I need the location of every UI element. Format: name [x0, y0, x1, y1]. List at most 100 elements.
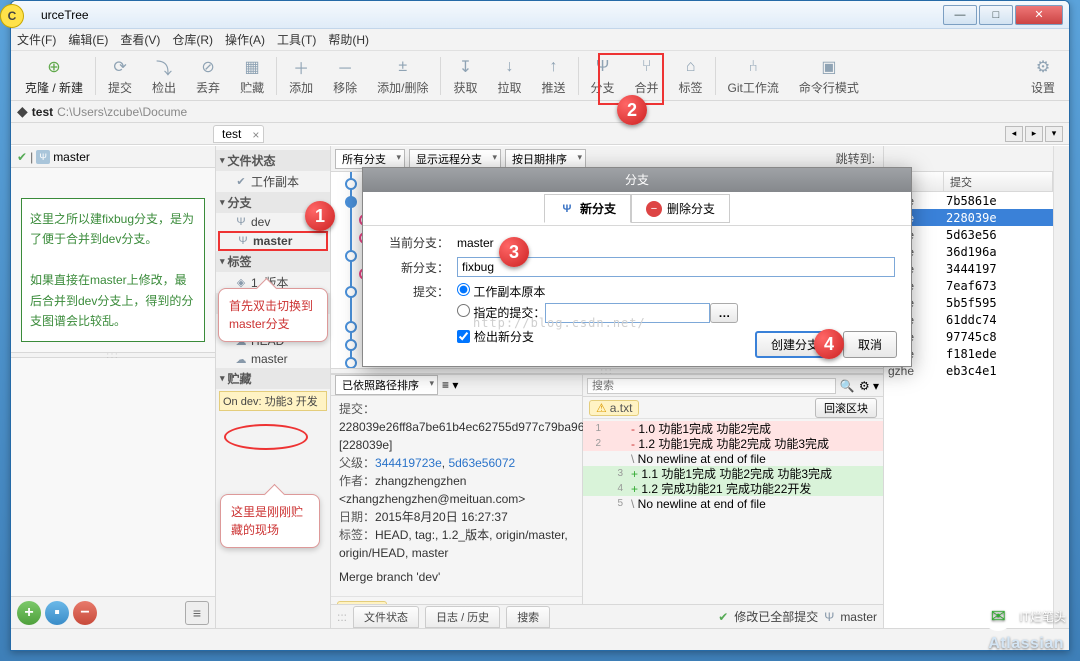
add-repo-button[interactable]: +	[17, 601, 41, 625]
check-icon: ✔	[234, 175, 248, 189]
opt-specified-commit[interactable]: 指定的提交：	[457, 306, 545, 320]
specified-commit-input[interactable]	[545, 303, 710, 323]
side-working-copy[interactable]: ✔工作副本	[216, 171, 330, 192]
tb-discard[interactable]: ⊘丢弃	[186, 53, 230, 99]
push-icon: ↑	[542, 56, 564, 78]
bottom-tabbar: ::: 文件状态 日志 / 历史 搜索 ✔ 修改已全部提交 Ψ master	[331, 604, 883, 628]
list-toggle-button[interactable]: ≡	[185, 601, 209, 625]
tb-stash[interactable]: ▦贮藏	[230, 53, 274, 99]
filter-branches-dropdown[interactable]: 所有分支	[335, 149, 405, 169]
menu-file[interactable]: 文件(F)	[17, 31, 56, 48]
menu-view[interactable]: 查看(V)	[120, 31, 160, 48]
maximize-button[interactable]: □	[979, 5, 1013, 25]
diff-options-icon[interactable]: ⚙ ▾	[859, 379, 879, 393]
opt-working-copy[interactable]: 工作副本原本	[457, 283, 738, 300]
checkout-icon: ⤵	[153, 56, 175, 78]
tb-checkout[interactable]: ⤵检出	[142, 53, 186, 99]
scrollbar[interactable]	[1053, 146, 1069, 628]
remove-repo-button[interactable]: −	[73, 601, 97, 625]
minimize-button[interactable]: —	[943, 5, 977, 25]
side-section-tags[interactable]: 标签	[216, 251, 330, 272]
tb-add[interactable]: ＋添加	[279, 53, 323, 99]
branch-icon: Ψ	[592, 56, 614, 78]
addremove-icon: ±	[392, 56, 414, 78]
tab-prev-button[interactable]: ◂	[1005, 126, 1023, 142]
btab-search[interactable]: 搜索	[506, 606, 550, 628]
terminal-icon: ▣	[818, 56, 840, 78]
menu-help[interactable]: 帮助(H)	[328, 31, 369, 48]
diff-view: 11.0 功能1完成 功能2完成21.2 功能1完成 功能2完成 功能3完成No…	[583, 419, 883, 604]
sidebar: 文件状态 ✔工作副本 分支 Ψdev Ψmaster 标签 ◈1_版本 远程 ☁…	[216, 146, 331, 628]
dialog-tab-new[interactable]: Ψ新分支	[544, 194, 631, 223]
tb-gitflow[interactable]: ⑃Git工作流	[718, 53, 789, 99]
menu-edit[interactable]: 编辑(E)	[68, 31, 108, 48]
new-branch-input[interactable]	[457, 257, 895, 277]
menu-tool[interactable]: 工具(T)	[277, 31, 316, 48]
tb-push[interactable]: ↑推送	[531, 53, 575, 99]
dialog-tab-delete[interactable]: −删除分支	[631, 194, 730, 223]
btab-log[interactable]: 日志 / 历史	[425, 606, 500, 628]
rollback-hunk-button[interactable]: 回滚区块	[815, 398, 877, 418]
filter-sort-dropdown[interactable]: 按日期排序	[505, 149, 586, 169]
add-icon: ＋	[290, 56, 312, 78]
tb-settings[interactable]: ⚙设置	[1021, 53, 1065, 99]
tab-test[interactable]: test×	[213, 125, 264, 143]
menu-action[interactable]: 操作(A)	[225, 31, 265, 48]
clone-icon: ⊕	[43, 56, 65, 78]
remove-icon: －	[334, 56, 356, 78]
checkout-new-branch[interactable]: 检出新分支	[457, 328, 738, 345]
drag-handle[interactable]: :::	[11, 352, 215, 358]
col-commit[interactable]: 提交	[944, 172, 1053, 191]
warn-icon: ⚠	[596, 401, 607, 415]
tb-cmd[interactable]: ▣命令行模式	[789, 53, 869, 99]
browse-commit-button[interactable]: …	[710, 303, 738, 323]
side-section-branches[interactable]: 分支	[216, 192, 330, 213]
atlassian-logo: Atlassian	[988, 635, 1064, 653]
wechat-icon: ✉	[983, 601, 1013, 631]
side-branch-dev[interactable]: Ψdev	[216, 213, 330, 231]
parent-link-1[interactable]: 344419723e	[375, 456, 442, 470]
check-icon: ✔	[17, 150, 27, 164]
tb-branch[interactable]: Ψ分支	[581, 53, 625, 99]
tb-addremove[interactable]: ±添加/删除	[367, 53, 438, 99]
btab-filestate[interactable]: 文件状态	[353, 606, 419, 628]
fetch-icon: ↧	[454, 56, 476, 78]
titlebar: urceTree — □ ✕	[11, 1, 1069, 29]
folder-repo-button[interactable]: ▪	[45, 601, 69, 625]
current-branch-label: master	[53, 150, 90, 164]
tb-clone[interactable]: ⊕克隆 / 新建	[15, 53, 93, 99]
tb-pull[interactable]: ↓拉取	[487, 53, 531, 99]
tab-menu-button[interactable]: ▾	[1045, 126, 1063, 142]
delete-icon: −	[646, 201, 662, 217]
tab-next-button[interactable]: ▸	[1025, 126, 1043, 142]
detail-sort-dropdown[interactable]: 已依照路径排序	[335, 375, 438, 395]
tb-commit[interactable]: ⟳提交	[98, 53, 142, 99]
annotation-green-note: 这里之所以建fixbug分支，是为了便于合并到dev分支。 如果直接在maste…	[21, 198, 205, 342]
side-section-filestate[interactable]: 文件状态	[216, 150, 330, 171]
tb-merge[interactable]: ⑂合并	[625, 53, 669, 99]
side-remote-master[interactable]: ☁master	[216, 350, 330, 368]
close-button[interactable]: ✕	[1015, 5, 1063, 25]
tag-icon: ⌂	[680, 56, 702, 78]
parent-link-2[interactable]: 5d63e56072	[448, 456, 515, 470]
path-bar: ◆ test C:\Users\zcube\Docume	[11, 101, 1069, 123]
repo-name: test	[32, 105, 53, 119]
search-icon[interactable]: 🔍	[840, 379, 855, 393]
jump-label: 跳转到:	[836, 150, 879, 167]
side-section-stashes[interactable]: 贮藏	[216, 368, 330, 389]
branch-dialog: 分支 Ψ新分支 −删除分支 当前分支：master 新分支： 提交： 工作副本原…	[362, 167, 912, 367]
tb-fetch[interactable]: ↧获取	[443, 53, 487, 99]
cancel-button[interactable]: 取消	[843, 331, 897, 358]
branch-indicator: ✔ | Ψ master	[11, 146, 215, 168]
side-stash-item[interactable]: On dev: 功能3 开发	[219, 391, 327, 411]
wechat-overlay: ✉IT烂笔头	[983, 601, 1066, 631]
menu-repo[interactable]: 仓库(R)	[172, 31, 213, 48]
branch-icon: Ψ	[559, 201, 575, 217]
tb-remove[interactable]: －移除	[323, 53, 367, 99]
tb-tag[interactable]: ⌂标签	[669, 53, 713, 99]
filter-remote-dropdown[interactable]: 显示远程分支	[409, 149, 501, 169]
create-branch-button[interactable]: 创建分支	[755, 331, 835, 358]
diff-search-input[interactable]	[587, 378, 836, 394]
tab-close-icon[interactable]: ×	[252, 128, 259, 142]
side-branch-master[interactable]: Ψmaster	[218, 231, 328, 251]
